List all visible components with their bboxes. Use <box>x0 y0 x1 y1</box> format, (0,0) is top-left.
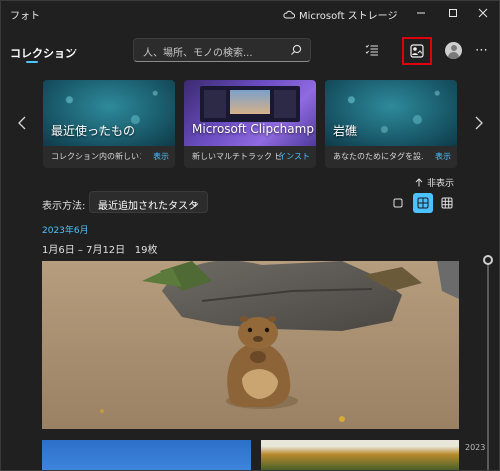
card-reef-text: あなたのためにタグを設... <box>333 152 423 161</box>
photo-squirrel[interactable] <box>42 261 459 429</box>
storage-label: Microsoft ストレージ <box>299 11 398 22</box>
clipchamp-preview <box>230 90 270 114</box>
select-list-button[interactable] <box>363 41 381 59</box>
people-image-button[interactable] <box>402 37 432 65</box>
minimize-icon <box>417 12 425 14</box>
card-recent[interactable]: 最近使ったもの コレクション内の新しいコ... 表示 <box>43 80 175 168</box>
maximize-icon <box>449 9 457 17</box>
card-reef-link[interactable]: 表示 <box>435 151 451 162</box>
checklist-icon <box>365 44 378 56</box>
carousel-next-button[interactable] <box>472 115 486 131</box>
month-header[interactable]: 2023年6月 <box>42 223 89 236</box>
card-reef-footer: あなたのためにタグを設... 表示 <box>325 146 457 168</box>
card-clipchamp-title: Microsoft Clipchamp <box>192 122 314 136</box>
view-dense-grid-button[interactable] <box>437 193 457 213</box>
title-bar: フォト Microsoft ストレージ <box>1 1 499 25</box>
card-clipchamp-footer: 新しいマルチトラック ビデ... インスト <box>184 146 316 168</box>
chevron-right-icon <box>475 116 483 130</box>
avatar-body <box>448 52 459 59</box>
card-clipchamp-image <box>184 80 316 146</box>
timeline-scrollbar[interactable] <box>487 259 489 470</box>
close-icon <box>478 8 488 18</box>
squirrel-photo <box>42 261 459 429</box>
card-reef[interactable]: 岩礁 あなたのためにタグを設... 表示 <box>325 80 457 168</box>
hide-label: 非表示 <box>427 179 455 189</box>
item-count: 19枚 <box>134 245 158 256</box>
hide-carousel-button[interactable]: 非表示 <box>415 176 454 189</box>
square-icon <box>393 198 403 208</box>
chevron-left-icon <box>18 116 26 130</box>
card-recent-link[interactable]: 表示 <box>153 151 169 162</box>
card-reef-title: 岩礁 <box>333 124 358 138</box>
chevron-down-icon <box>191 198 199 211</box>
view-grid-button[interactable] <box>413 193 433 213</box>
card-clipchamp-link[interactable]: インスト <box>278 151 310 162</box>
storage-indicator[interactable]: Microsoft ストレージ <box>283 7 398 22</box>
app-more-button[interactable]: ⋯ <box>475 43 489 58</box>
sort-value: 最近追加されたタスク <box>98 201 198 212</box>
card-recent-title: 最近使ったもの <box>51 124 136 138</box>
nav-more-button[interactable]: ⋯ <box>65 43 79 58</box>
timeline-knob[interactable] <box>483 255 493 265</box>
search-icon[interactable] <box>290 44 302 59</box>
date-range-row: 1月6日 – 7月12日 19枚 <box>42 241 157 256</box>
avatar-head <box>450 45 457 51</box>
cloud-icon <box>283 10 295 19</box>
close-button[interactable] <box>467 1 499 25</box>
person-photo-icon <box>410 44 424 58</box>
grid-nine-icon <box>441 197 453 209</box>
active-tab-indicator <box>26 61 38 63</box>
app-title: フォト <box>10 11 40 22</box>
photo-autumn-trees[interactable] <box>261 440 459 470</box>
avatar[interactable] <box>445 42 462 59</box>
search-input[interactable]: 人、場所、モノの検索... <box>133 38 311 62</box>
maximize-button[interactable] <box>437 1 469 25</box>
clipchamp-panel-left <box>204 90 226 118</box>
photo-sky[interactable] <box>42 440 251 470</box>
card-recent-text: コレクション内の新しいコ... <box>51 152 141 161</box>
minimize-button[interactable] <box>405 1 437 25</box>
photos-app-window: フォト Microsoft ストレージ コレクション ⋯ 人、場所、モノの検索.… <box>0 0 500 471</box>
card-recent-footer: コレクション内の新しいコ... 表示 <box>43 146 175 168</box>
date-range: 1月6日 – 7月12日 <box>42 245 126 256</box>
search-placeholder: 人、場所、モノの検索... <box>143 48 253 59</box>
arrow-up-icon <box>415 178 423 187</box>
clipchamp-screen-graphic <box>200 86 300 122</box>
carousel-prev-button[interactable] <box>15 115 29 131</box>
clipchamp-panel-right <box>274 90 296 118</box>
timeline-year-label[interactable]: 2023 <box>465 443 485 452</box>
grid-four-icon <box>417 197 429 209</box>
card-clipchamp[interactable]: Microsoft Clipchamp 新しいマルチトラック ビデ... インス… <box>184 80 316 168</box>
view-single-button[interactable] <box>388 193 408 213</box>
sort-dropdown[interactable]: 最近追加されたタスク <box>89 191 208 213</box>
sort-label: 表示方法: <box>42 201 86 212</box>
card-clipchamp-text: 新しいマルチトラック ビデ... <box>192 152 282 161</box>
